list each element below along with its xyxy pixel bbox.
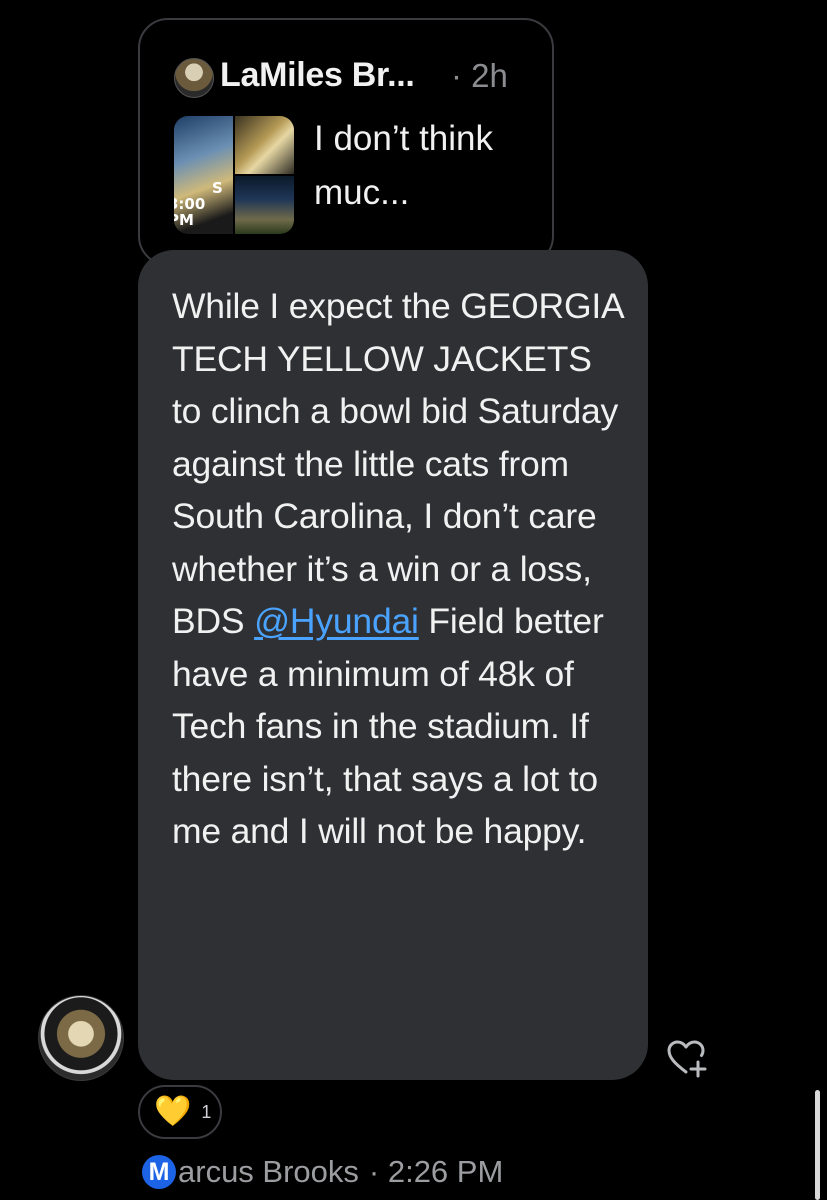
quoted-media-thumbnail[interactable]: S 3:00 PM xyxy=(174,116,294,234)
reaction-pill[interactable]: 💛 1 xyxy=(138,1085,222,1139)
reaction-count: 1 xyxy=(201,1101,212,1122)
quoted-author-name: LaMiles Br... xyxy=(220,56,415,94)
thumbnail-image-1: S 3:00 PM xyxy=(174,116,233,234)
sender-name[interactable]: arcus Brooks xyxy=(178,1154,359,1190)
message-text-part-1: While I expect the GEORGIA TECH YELLOW J… xyxy=(172,286,623,641)
mention-link[interactable]: @Hyundai xyxy=(254,601,419,641)
message-time: · 2:26 PM xyxy=(368,1154,504,1189)
yellow-heart-icon: 💛 xyxy=(154,1094,192,1129)
message-text: While I expect the GEORGIA TECH YELLOW J… xyxy=(172,280,628,858)
thumbnail-overlay-line-1: S xyxy=(212,179,223,197)
message-footer: M arcus Brooks · 2:26 PM xyxy=(142,1152,503,1192)
avatar[interactable] xyxy=(38,995,124,1081)
thumbnail-image-3 xyxy=(235,176,294,234)
thumbnail-overlay-line-2: 3:00 PM xyxy=(174,195,206,229)
thumbnail-overlay-text: S 3:00 PM xyxy=(174,180,233,228)
sender-badge-icon: M xyxy=(142,1155,176,1189)
quoted-message-text: I don’t think muc... xyxy=(314,119,493,212)
quoted-author-avatar xyxy=(174,58,214,98)
message-bubble[interactable]: While I expect the GEORGIA TECH YELLOW J… xyxy=(138,250,648,1080)
heart-plus-icon[interactable] xyxy=(664,1036,708,1080)
quoted-message-card[interactable]: LaMiles Br... · 2h S 3:00 PM I don’t thi… xyxy=(138,18,554,266)
quoted-message-time: · 2h xyxy=(451,57,508,94)
thumbnail-image-2 xyxy=(235,116,294,174)
scrollbar[interactable] xyxy=(815,1090,820,1200)
